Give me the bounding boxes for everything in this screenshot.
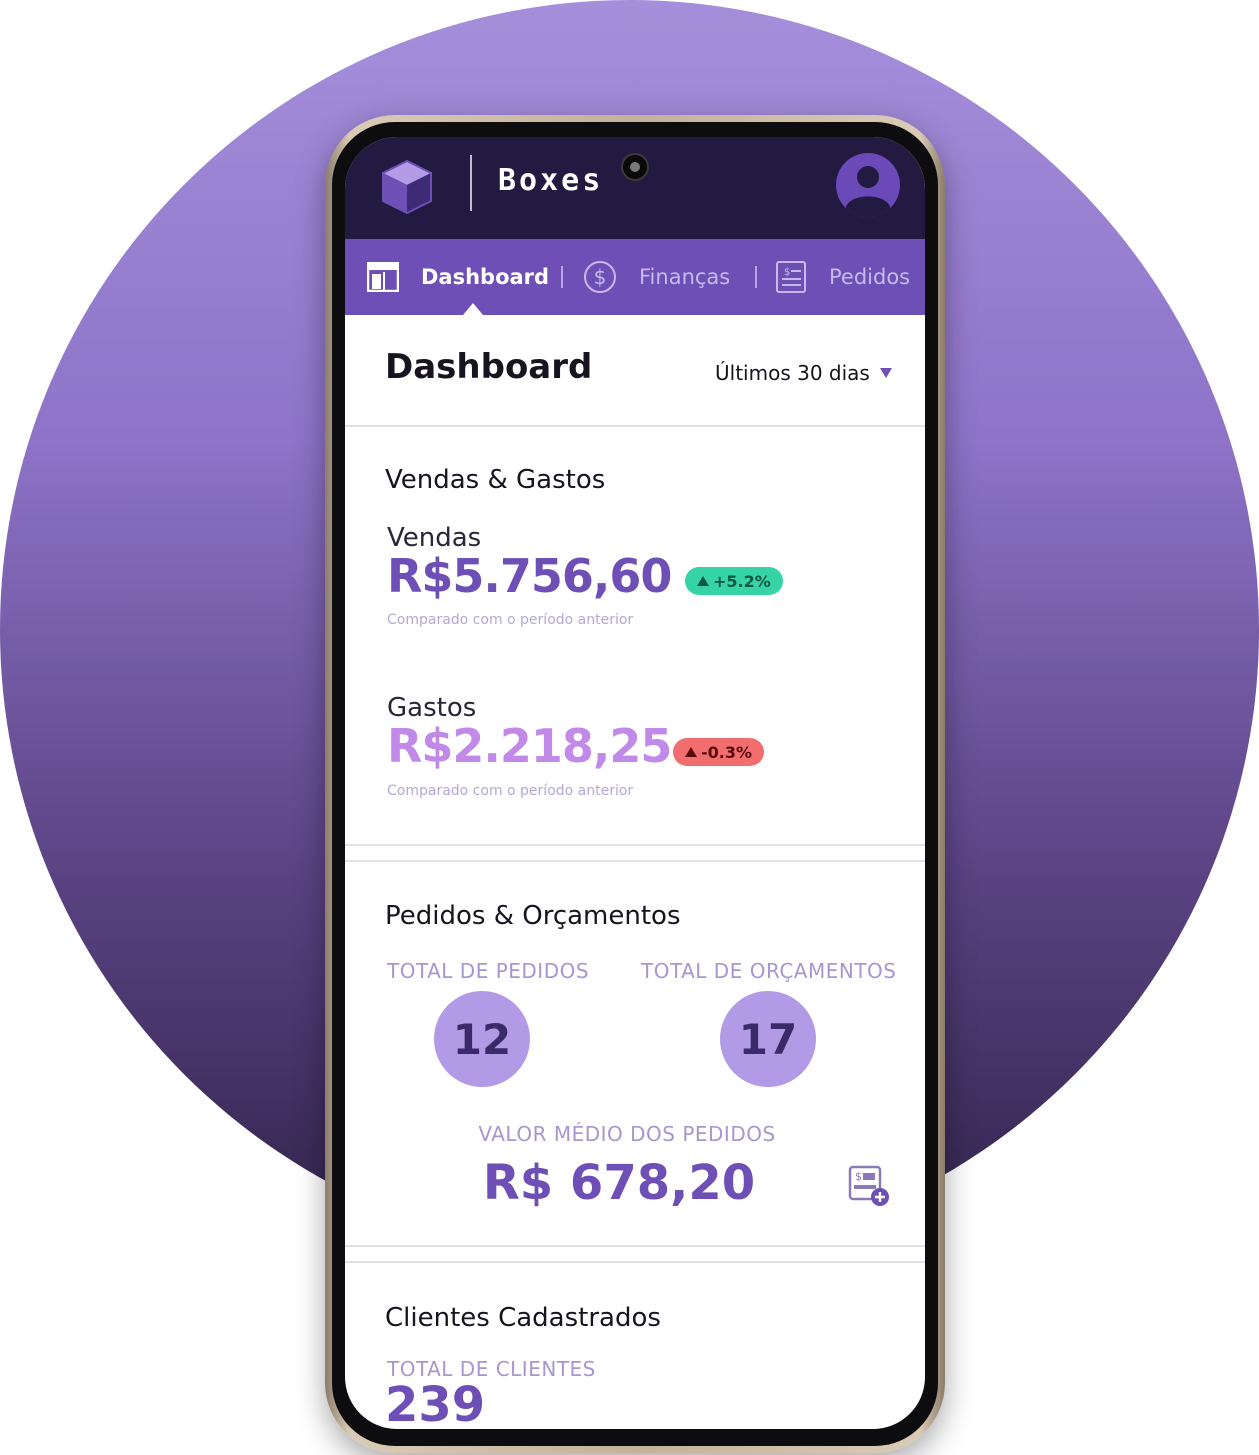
page-title: Dashboard xyxy=(385,347,593,387)
date-range-dropdown[interactable]: Últimos 30 dias xyxy=(715,361,892,385)
svg-text:$: $ xyxy=(855,1170,862,1183)
section-title-clients: Clientes Cadastrados xyxy=(385,1303,661,1333)
phone-frame: Boxes Dashboard $ Finanças $ Pedidos Das… xyxy=(325,115,945,1453)
tab-dashboard-label: Dashboard xyxy=(421,265,550,289)
active-tab-indicator xyxy=(463,303,483,315)
sales-change-value: +5.2% xyxy=(713,571,771,591)
user-avatar-button[interactable] xyxy=(836,153,900,217)
dollar-circle-icon: $ xyxy=(584,261,616,293)
total-orders-label: TOTAL DE PEDIDOS xyxy=(387,959,590,983)
document-icon: $ xyxy=(776,261,806,293)
arrow-up-icon xyxy=(697,576,709,586)
section-title-sales-expenses: Vendas & Gastos xyxy=(385,465,606,495)
svg-text:$: $ xyxy=(594,265,607,289)
avg-order-label: VALOR MÉDIO DOS PEDIDOS xyxy=(478,1122,776,1146)
tab-pedidos[interactable]: $ Pedidos xyxy=(775,239,910,315)
section-title-orders: Pedidos & Orçamentos xyxy=(385,901,681,931)
tab-separator xyxy=(755,266,757,288)
box-logo-icon xyxy=(382,159,432,215)
tab-financas[interactable]: $ Finanças xyxy=(583,239,730,315)
divider xyxy=(345,1245,925,1247)
sales-value: R$5.756,60 xyxy=(387,549,672,603)
expenses-value: R$2.218,25 xyxy=(387,719,672,773)
expenses-comparison-note: Comparado com o período anterior xyxy=(387,783,634,799)
divider xyxy=(345,425,925,427)
add-invoice-icon[interactable]: $ xyxy=(848,1164,892,1208)
divider xyxy=(345,1261,925,1263)
expenses-change-value: -0.3% xyxy=(701,742,753,762)
divider xyxy=(345,860,925,862)
total-quotes-value: 17 xyxy=(720,991,816,1087)
date-range-label: Últimos 30 dias xyxy=(715,361,870,385)
svg-text:$: $ xyxy=(784,267,790,278)
chevron-down-icon xyxy=(879,368,892,378)
tab-financas-label: Finanças xyxy=(639,265,731,289)
avg-order-value: R$ 678,20 xyxy=(482,1155,756,1211)
phone-screen: Boxes Dashboard $ Finanças $ Pedidos Das… xyxy=(345,137,925,1429)
total-quotes-label: TOTAL DE ORÇAMENTOS xyxy=(641,959,897,983)
nav-tabbar: Dashboard $ Finanças $ Pedidos xyxy=(345,239,925,315)
tab-separator xyxy=(561,266,563,288)
phone-bezel: Boxes Dashboard $ Finanças $ Pedidos Das… xyxy=(332,122,938,1446)
tab-dashboard[interactable]: Dashboard xyxy=(367,239,549,315)
arrow-up-icon xyxy=(685,747,697,757)
front-camera xyxy=(621,153,649,181)
expenses-change-badge: -0.3% xyxy=(673,738,765,766)
layout-icon xyxy=(367,262,399,292)
sales-change-badge: +5.2% xyxy=(685,567,783,595)
total-clients-value: 239 xyxy=(385,1377,486,1429)
total-orders-value: 12 xyxy=(434,991,530,1087)
divider xyxy=(345,844,925,846)
brand-divider xyxy=(470,155,472,211)
app-topbar: Boxes xyxy=(345,137,925,239)
user-icon xyxy=(846,166,890,217)
sales-comparison-note: Comparado com o período anterior xyxy=(387,612,634,628)
brand-name: Boxes xyxy=(498,163,604,198)
tab-pedidos-label: Pedidos xyxy=(829,265,911,289)
